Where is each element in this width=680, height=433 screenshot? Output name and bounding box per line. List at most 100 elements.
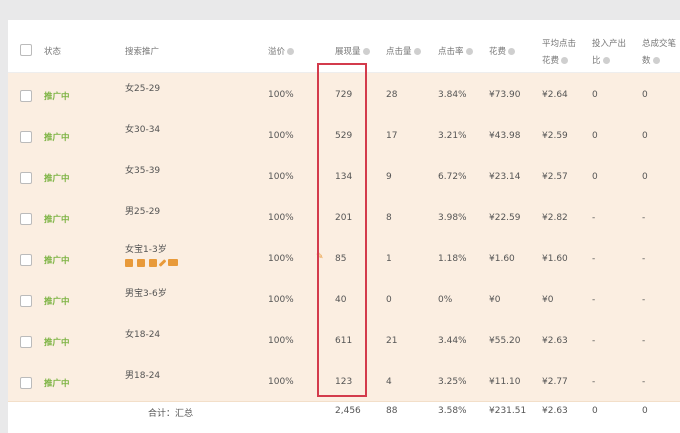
summary-row: 合计：汇总 2,456 88 3.58% ¥231.51 ¥2.63 0 0 bbox=[8, 402, 680, 422]
row-actions bbox=[125, 259, 178, 267]
status-label: 推广中 bbox=[44, 256, 70, 266]
row-checkbox[interactable] bbox=[20, 377, 32, 389]
roi-value: - bbox=[592, 377, 596, 387]
impressions-value: 40 bbox=[335, 295, 347, 305]
ctr-value: 3.84% bbox=[438, 90, 467, 100]
clicks-value: 21 bbox=[386, 336, 398, 346]
keyword-name[interactable]: 男宝3-6岁 bbox=[125, 286, 167, 299]
status-label: 推广中 bbox=[44, 133, 70, 143]
deals-value: - bbox=[642, 213, 646, 223]
premium-value: 100% bbox=[268, 295, 294, 305]
roi-value: - bbox=[592, 295, 596, 305]
row-checkbox[interactable] bbox=[20, 254, 32, 266]
table-row: 推广中 男宝3-6岁 100% 40 0 0% ¥0 ¥0 - - bbox=[8, 278, 680, 320]
table-row: 推广中 男25-29 100% 201 8 3.98% ¥22.59 ¥2.82… bbox=[8, 196, 680, 238]
table-row: 推广中 女18-24 100% 611 21 3.44% ¥55.20 ¥2.6… bbox=[8, 319, 680, 361]
keyword-name[interactable]: 女30-34 bbox=[125, 122, 160, 135]
deals-value: - bbox=[642, 254, 646, 264]
keyword-name[interactable]: 女25-29 bbox=[125, 81, 160, 94]
cost-value: ¥11.10 bbox=[489, 377, 521, 387]
help-icon[interactable] bbox=[465, 48, 473, 55]
keyword-name[interactable]: 女18-24 bbox=[125, 327, 160, 340]
summary-impressions: 2,456 bbox=[335, 406, 361, 416]
row-checkbox[interactable] bbox=[20, 131, 32, 143]
header-avg-cpc-line1: 平均点击 bbox=[542, 39, 577, 49]
row-checkbox[interactable] bbox=[20, 90, 32, 102]
ctr-value: 3.21% bbox=[438, 131, 467, 141]
header-ctr[interactable]: 点击率 bbox=[438, 45, 473, 57]
cost-value: ¥23.14 bbox=[489, 172, 521, 182]
status-label: 推广中 bbox=[44, 379, 70, 389]
cpc-value: ¥2.64 bbox=[542, 90, 568, 100]
clicks-value: 28 bbox=[386, 90, 398, 100]
premium-value: 100% bbox=[268, 377, 294, 387]
header-premium-label: 溢价 bbox=[268, 47, 286, 57]
premium-value: 100% bbox=[268, 254, 294, 264]
help-icon[interactable] bbox=[602, 57, 610, 64]
ctr-value: 3.25% bbox=[438, 377, 467, 387]
deals-value: 0 bbox=[642, 172, 648, 182]
header-premium[interactable]: 溢价 bbox=[268, 45, 295, 57]
summary-label: 合计：汇总 bbox=[148, 409, 194, 419]
header-total-deals-label: 数 bbox=[642, 56, 651, 66]
cost-value: ¥22.59 bbox=[489, 213, 521, 223]
help-icon[interactable] bbox=[561, 57, 569, 64]
status-label: 推广中 bbox=[44, 92, 70, 102]
ctr-value: 3.98% bbox=[438, 213, 467, 223]
header-avg-cpc[interactable]: 花费 bbox=[542, 54, 569, 66]
edit-premium-icon[interactable]: ✎ bbox=[316, 252, 324, 262]
header-impressions[interactable]: 展现量 bbox=[335, 45, 370, 57]
header-ctr-label: 点击率 bbox=[438, 47, 464, 57]
header-clicks-label: 点击量 bbox=[386, 47, 412, 57]
header-roi[interactable]: 比 bbox=[592, 54, 610, 66]
roi-value: 0 bbox=[592, 131, 598, 141]
keyword-name[interactable]: 女35-39 bbox=[125, 163, 160, 176]
premium-value: 100% bbox=[268, 172, 294, 182]
row-checkbox[interactable] bbox=[20, 172, 32, 184]
premium-value: 100% bbox=[268, 131, 294, 141]
cpc-value: ¥2.77 bbox=[542, 377, 568, 387]
status-label: 推广中 bbox=[44, 297, 70, 307]
cpc-value: ¥0 bbox=[542, 295, 554, 305]
header-avg-cpc-label: 花费 bbox=[542, 56, 560, 66]
roi-value: 0 bbox=[592, 90, 598, 100]
summary-ctr: 3.58% bbox=[438, 406, 467, 416]
keyword-table: 状态 搜索推广 溢价 展现量 点击量 点击率 花费 平均点击 花费 投入产出 比… bbox=[8, 20, 680, 433]
keyword-name[interactable]: 女宝1-3岁 bbox=[125, 242, 167, 255]
pause-icon[interactable] bbox=[125, 259, 133, 267]
table-row: 推广中 女30-34 100% 529 17 3.21% ¥43.98 ¥2.5… bbox=[8, 114, 680, 156]
header-clicks[interactable]: 点击量 bbox=[386, 45, 421, 57]
report-icon[interactable] bbox=[137, 259, 145, 267]
row-checkbox[interactable] bbox=[20, 213, 32, 225]
select-all-checkbox[interactable] bbox=[20, 44, 32, 56]
row-checkbox[interactable] bbox=[20, 295, 32, 307]
help-icon[interactable] bbox=[413, 48, 421, 55]
cost-value: ¥73.90 bbox=[489, 90, 521, 100]
help-icon[interactable] bbox=[652, 57, 660, 64]
impressions-value: 611 bbox=[335, 336, 353, 346]
row-checkbox[interactable] bbox=[20, 336, 32, 348]
help-icon[interactable] bbox=[508, 48, 516, 55]
header-cost-label: 花费 bbox=[489, 47, 507, 57]
clicks-value: 17 bbox=[386, 131, 398, 141]
status-label: 推广中 bbox=[44, 338, 70, 348]
delete-icon[interactable] bbox=[149, 259, 157, 267]
summary-roi: 0 bbox=[592, 406, 598, 416]
help-icon[interactable] bbox=[362, 48, 370, 55]
cpc-value: ¥2.59 bbox=[542, 131, 568, 141]
header-impressions-label: 展现量 bbox=[335, 47, 361, 57]
summary-clicks: 88 bbox=[386, 406, 398, 416]
keyword-name[interactable]: 男25-29 bbox=[125, 204, 160, 217]
roi-value: 0 bbox=[592, 172, 598, 182]
keyword-name[interactable]: 男18-24 bbox=[125, 368, 160, 381]
impressions-value: 134 bbox=[335, 172, 353, 182]
impressions-value: 123 bbox=[335, 377, 353, 387]
header-cost[interactable]: 花费 bbox=[489, 45, 516, 57]
help-icon[interactable] bbox=[287, 48, 295, 55]
roi-value: - bbox=[592, 336, 596, 346]
trend-icon[interactable] bbox=[168, 259, 178, 266]
deals-value: 0 bbox=[642, 90, 648, 100]
header-total-deals[interactable]: 数 bbox=[642, 54, 660, 66]
edit-icon[interactable] bbox=[158, 259, 167, 267]
clicks-value: 8 bbox=[386, 213, 392, 223]
